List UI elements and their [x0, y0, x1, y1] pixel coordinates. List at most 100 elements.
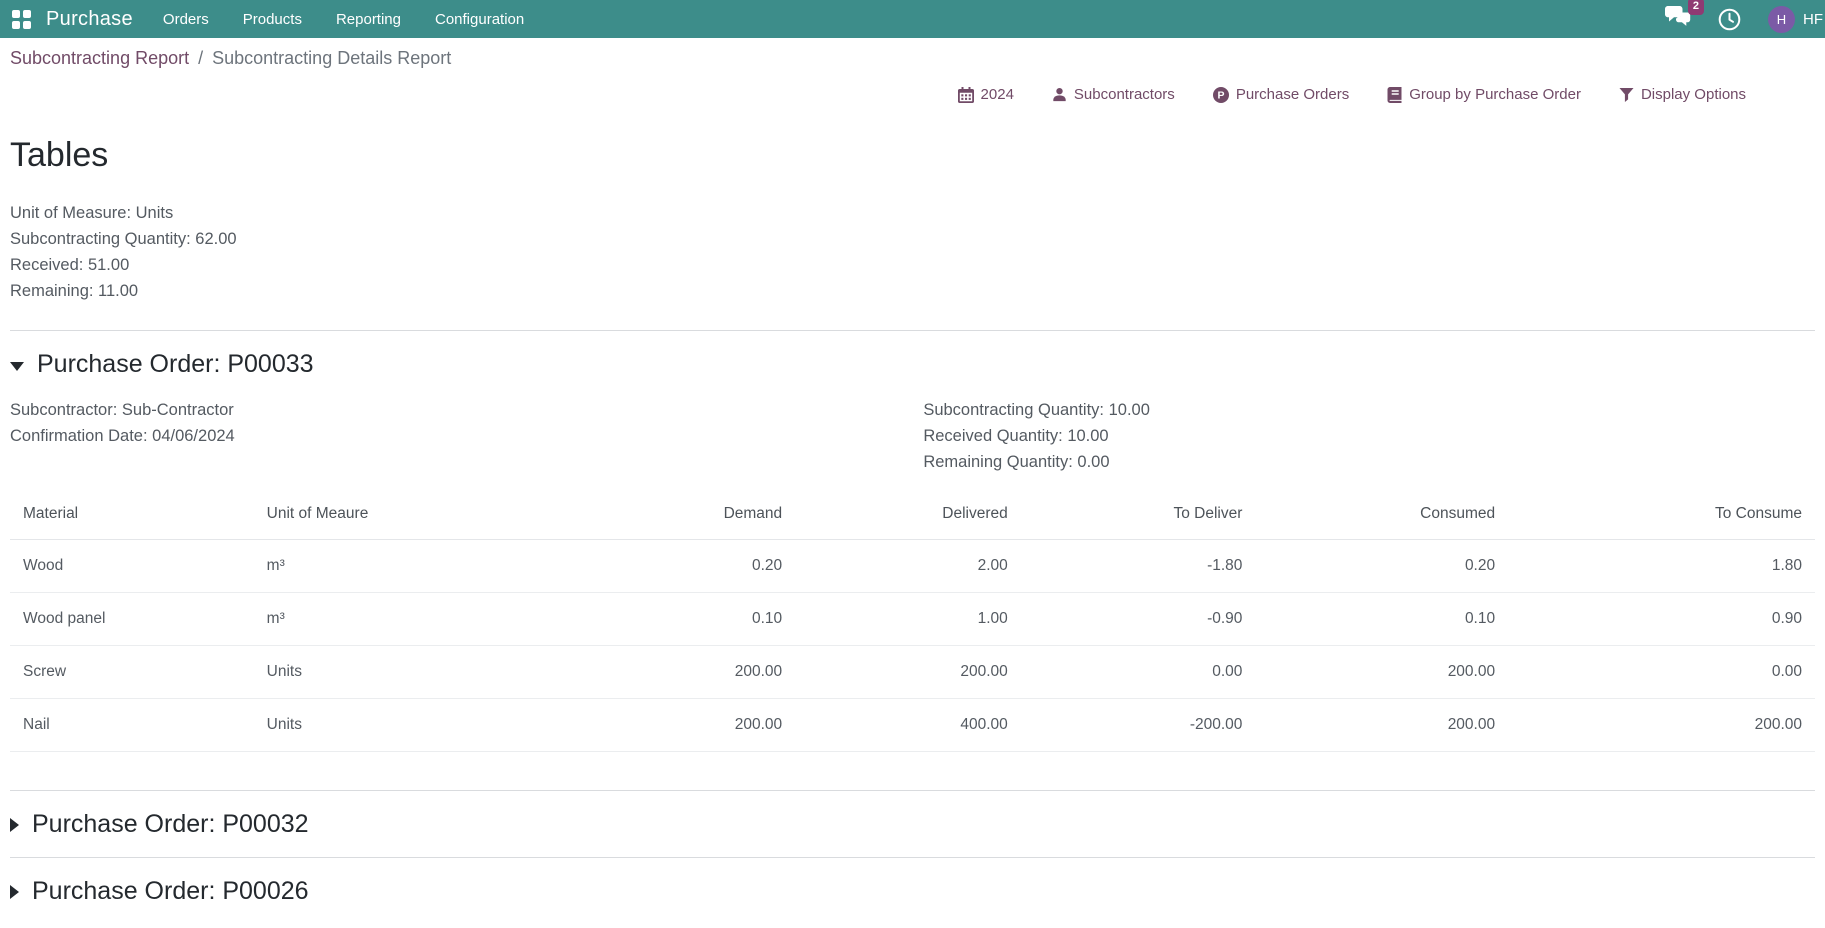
report-content: Tables Unit of Measure: Units Subcontrac… — [0, 136, 1825, 906]
col-header-demand: Demand — [551, 489, 795, 540]
cell-uom: m³ — [254, 540, 552, 593]
breadcrumb-parent-link[interactable]: Subcontracting Report — [10, 48, 189, 69]
navbar-right: 2 H HF — [1665, 6, 1825, 33]
svg-text:P: P — [1217, 89, 1224, 101]
section-title: Purchase Order: P00026 — [32, 877, 309, 906]
purchase-order-icon: P — [1213, 87, 1229, 103]
filter-year[interactable]: 2024 — [958, 86, 1014, 103]
section-divider — [10, 790, 1815, 791]
cell-to-consume: 0.90 — [1508, 593, 1815, 646]
menu-products[interactable]: Products — [243, 11, 302, 28]
cell-delivered: 200.00 — [795, 646, 1021, 699]
section-divider — [10, 857, 1815, 858]
col-header-to-deliver: To Deliver — [1021, 489, 1256, 540]
purchase-order-info-left: Subcontractor: Sub-Contractor Confirmati… — [10, 397, 923, 475]
apps-grid-icon[interactable] — [12, 10, 31, 29]
cell-material: Screw — [10, 646, 254, 699]
cell-to-deliver: -0.90 — [1021, 593, 1256, 646]
summary-remaining: Remaining: 11.00 — [10, 278, 1815, 304]
cell-material: Nail — [10, 699, 254, 752]
filter-purchase-orders[interactable]: P Purchase Orders — [1213, 86, 1349, 103]
cell-to-deliver: -1.80 — [1021, 540, 1256, 593]
activities-button[interactable] — [1718, 8, 1741, 31]
table-row: Wood m³ 0.20 2.00 -1.80 0.20 1.80 — [10, 540, 1815, 593]
report-summary: Unit of Measure: Units Subcontracting Qu… — [10, 200, 1815, 304]
col-header-to-consume: To Consume — [1508, 489, 1815, 540]
section-divider — [10, 330, 1815, 331]
filter-display-options-label: Display Options — [1641, 86, 1746, 103]
cell-uom: Units — [254, 646, 552, 699]
avatar: H — [1768, 6, 1795, 33]
materials-table: Material Unit of Meaure Demand Delivered… — [10, 489, 1815, 752]
info-received-qty: Received Quantity: 10.00 — [923, 423, 1150, 449]
user-name: HF — [1803, 11, 1825, 28]
col-header-material: Material — [10, 489, 254, 540]
cell-delivered: 400.00 — [795, 699, 1021, 752]
messages-count-badge: 2 — [1688, 0, 1704, 15]
info-remaining-qty: Remaining Quantity: 0.00 — [923, 449, 1150, 475]
filter-toolbar: 2024 Subcontractors P Purchase Orders Gr… — [0, 73, 1825, 113]
top-navbar: Purchase Orders Products Reporting Confi… — [0, 0, 1825, 38]
info-confirmation-date: Confirmation Date: 04/06/2024 — [10, 423, 923, 449]
filter-group-by-label: Group by Purchase Order — [1409, 86, 1581, 103]
cell-consumed: 200.00 — [1255, 699, 1508, 752]
cell-to-consume: 200.00 — [1508, 699, 1815, 752]
cell-to-deliver: -200.00 — [1021, 699, 1256, 752]
caret-right-icon — [10, 885, 19, 899]
col-header-delivered: Delivered — [795, 489, 1021, 540]
filter-subcontractors[interactable]: Subcontractors — [1052, 86, 1175, 103]
caret-right-icon — [10, 818, 19, 832]
messages-button[interactable]: 2 — [1665, 6, 1691, 32]
info-subcontracting-qty: Subcontracting Quantity: 10.00 — [923, 397, 1150, 423]
filter-group-by-purchase-order[interactable]: Group by Purchase Order — [1387, 86, 1581, 103]
cell-demand: 200.00 — [551, 699, 795, 752]
filter-purchase-orders-label: Purchase Orders — [1236, 86, 1349, 103]
cell-to-consume: 1.80 — [1508, 540, 1815, 593]
purchase-order-info: Subcontractor: Sub-Contractor Confirmati… — [10, 397, 1815, 475]
cell-demand: 0.10 — [551, 593, 795, 646]
menu-reporting[interactable]: Reporting — [336, 11, 401, 28]
filter-funnel-icon — [1619, 87, 1634, 102]
cell-material: Wood panel — [10, 593, 254, 646]
filter-display-options[interactable]: Display Options — [1619, 86, 1746, 103]
caret-down-icon — [10, 362, 24, 371]
cell-material: Wood — [10, 540, 254, 593]
section-header-p00032[interactable]: Purchase Order: P00032 — [10, 810, 1815, 839]
section-title: Purchase Order: P00032 — [32, 810, 309, 839]
breadcrumb-current: Subcontracting Details Report — [212, 48, 451, 69]
clock-icon — [1718, 8, 1741, 31]
cell-consumed: 0.10 — [1255, 593, 1508, 646]
breadcrumb: Subcontracting Report / Subcontracting D… — [0, 38, 1825, 73]
col-header-consumed: Consumed — [1255, 489, 1508, 540]
cell-consumed: 0.20 — [1255, 540, 1508, 593]
info-subcontractor: Subcontractor: Sub-Contractor — [10, 397, 923, 423]
table-row: Screw Units 200.00 200.00 0.00 200.00 0.… — [10, 646, 1815, 699]
calendar-icon — [958, 87, 974, 103]
cell-delivered: 2.00 — [795, 540, 1021, 593]
menu-orders[interactable]: Orders — [163, 11, 209, 28]
col-header-unit-of-measure: Unit of Meaure — [254, 489, 552, 540]
cell-to-consume: 0.00 — [1508, 646, 1815, 699]
summary-uom: Unit of Measure: Units — [10, 200, 1815, 226]
app-name[interactable]: Purchase — [46, 8, 133, 31]
cell-delivered: 1.00 — [795, 593, 1021, 646]
table-header-row: Material Unit of Meaure Demand Delivered… — [10, 489, 1815, 540]
filter-year-label: 2024 — [981, 86, 1014, 103]
section-header-p00033[interactable]: Purchase Order: P00033 — [10, 350, 1815, 379]
page-title: Tables — [10, 136, 1815, 175]
cell-demand: 0.20 — [551, 540, 795, 593]
breadcrumb-separator: / — [198, 48, 203, 69]
cell-to-deliver: 0.00 — [1021, 646, 1256, 699]
cell-demand: 200.00 — [551, 646, 795, 699]
cell-consumed: 200.00 — [1255, 646, 1508, 699]
menu-configuration[interactable]: Configuration — [435, 11, 524, 28]
table-row: Wood panel m³ 0.10 1.00 -0.90 0.10 0.90 — [10, 593, 1815, 646]
purchase-order-info-right: Subcontracting Quantity: 10.00 Received … — [923, 397, 1150, 475]
user-menu[interactable]: H HF — [1768, 6, 1825, 33]
cell-uom: m³ — [254, 593, 552, 646]
section-header-p00026[interactable]: Purchase Order: P00026 — [10, 877, 1815, 906]
summary-received: Received: 51.00 — [10, 252, 1815, 278]
section-title: Purchase Order: P00033 — [37, 350, 314, 379]
cell-uom: Units — [254, 699, 552, 752]
user-icon — [1052, 87, 1067, 102]
